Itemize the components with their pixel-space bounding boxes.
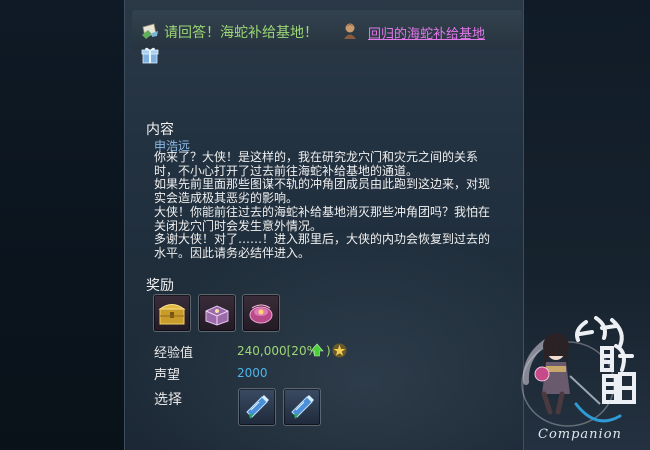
- rewards-section-title: 奖励: [146, 278, 174, 294]
- golden-chest-icon: [158, 304, 186, 325]
- pink-pouch-icon: [249, 304, 273, 324]
- exp-close-bracket: ): [326, 344, 331, 358]
- description-paragraph: 多谢大侠！对了……！进入那里后，大侠的内功会恢复到过去的水平。因此请务必结伴进入…: [154, 232, 491, 260]
- blue-scroll-icon: [246, 395, 269, 419]
- choice-slot-2[interactable]: [283, 388, 321, 426]
- green-up-arrow-icon: [310, 343, 324, 357]
- return-character-icon: [344, 23, 356, 39]
- return-quest-link[interactable]: 回归的海蛇补给基地: [368, 23, 485, 42]
- description-paragraph: 如果先前里面那些图谋不轨的冲角团成员由此跑到这边来，对现实会造成极其恶劣的影响。: [154, 177, 491, 206]
- companion-watermark-text: Companion: [538, 427, 622, 442]
- quest-title: 请回答！海蛇补给基地！: [164, 25, 318, 41]
- quest-scroll-icon: [142, 23, 158, 39]
- gold-star-icon: [332, 343, 347, 358]
- quest-description: 你来了？大侠！是这样的，我在研究龙穴门和灾元之间的关系时，不小心打开了过去前往海…: [154, 150, 499, 261]
- reward-slot-purple-chest[interactable]: [198, 294, 236, 332]
- description-paragraph: 大侠！你能前往过去的海蛇补给基地消灭那些冲角团吗？我怕在关闭龙穴门时会发生意外情…: [154, 204, 491, 233]
- exp-value: 240,000[20%: [237, 344, 318, 358]
- gift-box-icon: [141, 47, 159, 64]
- blue-scroll-icon: [291, 395, 314, 419]
- quest-header: 请回答！海蛇补给基地！ 回归的海蛇补给基地: [132, 10, 522, 50]
- reputation-label: 声望: [154, 368, 181, 383]
- reward-slot-golden-chest[interactable]: [153, 294, 191, 332]
- description-paragraph: 你来了？大侠！是这样的，我在研究龙穴门和灾元之间的关系时，不小心打开了过去前往海…: [154, 150, 479, 178]
- reward-slot-pink-pouch[interactable]: [242, 294, 280, 332]
- content-section-title: 内容: [146, 122, 174, 138]
- left-background: [0, 0, 124, 450]
- exp-label: 经验值: [154, 346, 194, 361]
- purple-chest-icon: [205, 305, 229, 326]
- choice-slot-1[interactable]: [238, 388, 276, 426]
- choice-label: 选择: [154, 392, 182, 408]
- reputation-value: 2000: [237, 366, 268, 380]
